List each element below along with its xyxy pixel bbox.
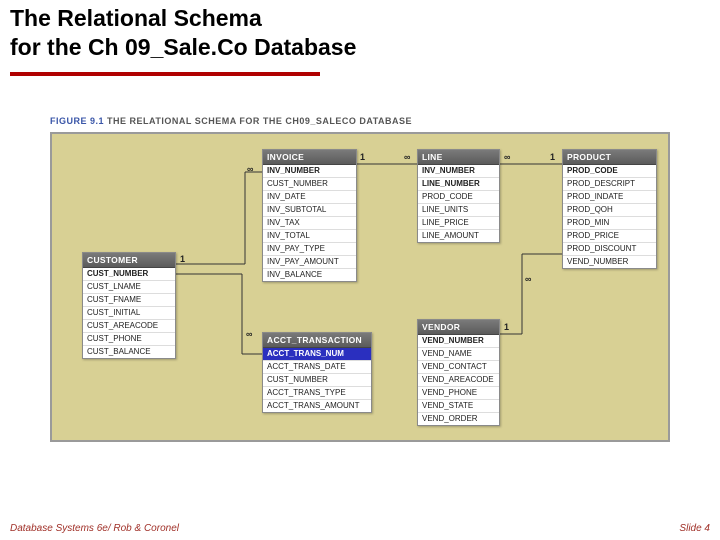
footer-left: Database Systems 6e/ Rob & Coronel: [10, 523, 179, 534]
field: PROD_PRICE: [563, 230, 656, 243]
schema-diagram: 1 ∞ ∞ 1 ∞ ∞ 1 ∞ 1 CUSTOMER CUST_NUMBER C…: [50, 132, 670, 442]
entity-customer: CUSTOMER CUST_NUMBER CUST_LNAME CUST_FNA…: [82, 252, 176, 360]
field: CUST_FNAME: [83, 294, 175, 307]
field: LINE_NUMBER: [418, 178, 499, 191]
entity-vendor: VENDOR VEND_NUMBER VEND_NAME VEND_CONTAC…: [417, 319, 500, 427]
figure-caption: FIGURE 9.1 THE RELATIONAL SCHEMA FOR THE…: [50, 116, 680, 126]
field: VEND_NAME: [418, 348, 499, 361]
field: ACCT_TRANS_AMOUNT: [263, 400, 371, 412]
field: INV_TOTAL: [263, 230, 356, 243]
field: CUST_NUMBER: [263, 178, 356, 191]
slide-title-line2: for the Ch 09_Sale.Co Database: [10, 33, 710, 62]
field: ACCT_TRANS_TYPE: [263, 387, 371, 400]
slide-footer: Database Systems 6e/ Rob & Coronel Slide…: [10, 523, 710, 534]
field: ACCT_TRANS_DATE: [263, 361, 371, 374]
field: CUST_BALANCE: [83, 346, 175, 358]
entity-acct-header: ACCT_TRANSACTION: [263, 333, 371, 349]
field: INV_TAX: [263, 217, 356, 230]
figure-label: FIGURE 9.1: [50, 116, 104, 126]
field: CUST_NUMBER: [83, 268, 175, 281]
field: PROD_MIN: [563, 217, 656, 230]
slide-title-line1: The Relational Schema: [10, 4, 710, 33]
card-inv-1: 1: [360, 152, 365, 162]
field: VEND_CONTACT: [418, 361, 499, 374]
field: INV_PAY_AMOUNT: [263, 256, 356, 269]
field: CUST_INITIAL: [83, 307, 175, 320]
field: INV_NUMBER: [263, 165, 356, 178]
field: VEND_AREACODE: [418, 374, 499, 387]
field: CUST_NUMBER: [263, 374, 371, 387]
entity-line: LINE INV_NUMBER LINE_NUMBER PROD_CODE LI…: [417, 149, 500, 244]
field: ACCT_TRANS_NUM: [263, 348, 371, 361]
field: PROD_QOH: [563, 204, 656, 217]
entity-invoice-header: INVOICE: [263, 150, 356, 166]
field: LINE_AMOUNT: [418, 230, 499, 242]
card-line-many2: ∞: [504, 152, 510, 162]
figure-caption-text: THE RELATIONAL SCHEMA FOR THE CH09_SALEC…: [107, 116, 412, 126]
entity-product: PRODUCT PROD_CODE PROD_DESCRIPT PROD_IND…: [562, 149, 657, 270]
field: VEND_NUMBER: [418, 335, 499, 348]
field: PROD_INDATE: [563, 191, 656, 204]
card-inv-many: ∞: [247, 164, 253, 174]
field: LINE_UNITS: [418, 204, 499, 217]
field: PROD_CODE: [418, 191, 499, 204]
field: CUST_PHONE: [83, 333, 175, 346]
entity-invoice: INVOICE INV_NUMBER CUST_NUMBER INV_DATE …: [262, 149, 357, 283]
field: PROD_DISCOUNT: [563, 243, 656, 256]
card-acct-many: ∞: [246, 329, 252, 339]
figure-area: FIGURE 9.1 THE RELATIONAL SCHEMA FOR THE…: [50, 116, 680, 442]
entity-product-header: PRODUCT: [563, 150, 656, 166]
slide-title-area: The Relational Schema for the Ch 09_Sale…: [0, 0, 720, 62]
field: VEND_ORDER: [418, 413, 499, 425]
entity-line-header: LINE: [418, 150, 499, 166]
field: INV_DATE: [263, 191, 356, 204]
field: PROD_DESCRIPT: [563, 178, 656, 191]
field: VEND_NUMBER: [563, 256, 656, 268]
field: VEND_PHONE: [418, 387, 499, 400]
card-prod-many: ∞: [525, 274, 531, 284]
field: INV_PAY_TYPE: [263, 243, 356, 256]
footer-right: Slide 4: [679, 523, 710, 534]
field: PROD_CODE: [563, 165, 656, 178]
field: LINE_PRICE: [418, 217, 499, 230]
card-line-many: ∞: [404, 152, 410, 162]
field: INV_SUBTOTAL: [263, 204, 356, 217]
field: VEND_STATE: [418, 400, 499, 413]
card-vend-1: 1: [504, 322, 509, 332]
entity-customer-header: CUSTOMER: [83, 253, 175, 269]
field: INV_BALANCE: [263, 269, 356, 281]
title-underline: [10, 72, 320, 76]
field: CUST_AREACODE: [83, 320, 175, 333]
field: INV_NUMBER: [418, 165, 499, 178]
field: CUST_LNAME: [83, 281, 175, 294]
entity-acct-transaction: ACCT_TRANSACTION ACCT_TRANS_NUM ACCT_TRA…: [262, 332, 372, 414]
card-prod-1: 1: [550, 152, 555, 162]
card-cust-1: 1: [180, 254, 185, 264]
entity-vendor-header: VENDOR: [418, 320, 499, 336]
